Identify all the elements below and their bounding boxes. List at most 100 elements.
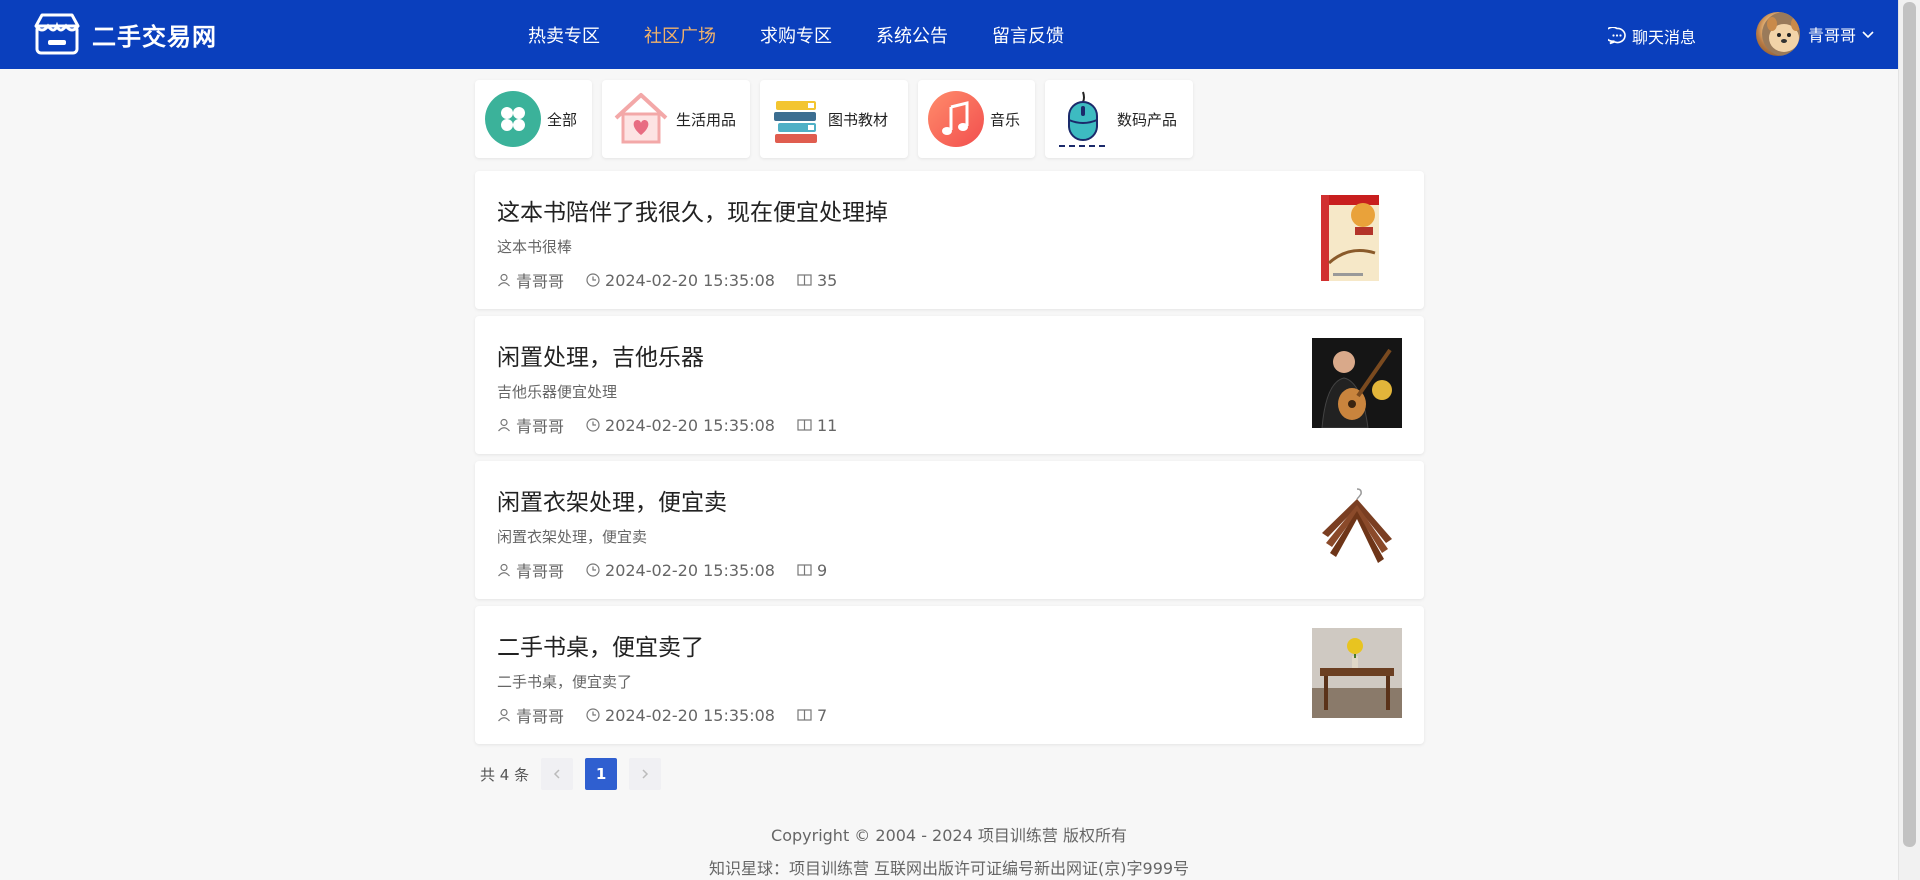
category-bar: 全部 生活用品 图书教材 音乐 数码产品 (475, 80, 1203, 158)
hanger-thumbnail (1312, 483, 1402, 573)
nav-wanted[interactable]: 求购专区 (760, 22, 832, 48)
post-title[interactable]: 闲置衣架处理，便宜卖 (497, 483, 727, 517)
post-description: 二手书桌，便宜卖了 (497, 673, 633, 691)
post-description: 闲置衣架处理，便宜卖 (497, 528, 648, 546)
chevron-left-icon (554, 769, 560, 779)
clover-icon (485, 91, 541, 147)
shop-icon (34, 13, 80, 55)
site-name: 二手交易网 (92, 22, 217, 51)
category-books[interactable]: 图书教材 (760, 80, 908, 158)
post-card[interactable]: 二手书桌，便宜卖了 二手书桌，便宜卖了 青哥哥 2024-02-20 15:35… (475, 606, 1424, 744)
post-views: 11 (797, 416, 837, 435)
post-meta: 青哥哥 2024-02-20 15:35:08 7 (497, 703, 849, 727)
user-icon (498, 708, 510, 722)
post-meta: 青哥哥 2024-02-20 15:35:08 9 (497, 558, 849, 582)
post-views: 7 (797, 706, 827, 725)
post-author: 青哥哥 (497, 558, 564, 582)
post-author: 青哥哥 (497, 268, 564, 292)
chevron-right-icon (642, 769, 649, 779)
author-name: 青哥哥 (516, 707, 565, 726)
prev-page-button[interactable] (541, 758, 574, 790)
author-name: 青哥哥 (516, 562, 565, 581)
post-card[interactable]: 闲置衣架处理，便宜卖 闲置衣架处理，便宜卖 青哥哥 2024-02-20 15:… (475, 461, 1424, 599)
time-text: 2024-02-20 15:35:08 (605, 560, 775, 580)
post-author: 青哥哥 (497, 703, 564, 727)
post-title[interactable]: 闲置处理，吉他乐器 (497, 338, 704, 372)
chevron-down-icon (1862, 31, 1874, 39)
user-icon (498, 273, 510, 287)
post-time: 2024-02-20 15:35:08 (586, 416, 775, 435)
post-time: 2024-02-20 15:35:08 (586, 706, 775, 725)
clock-icon (586, 563, 600, 577)
guitar-thumbnail (1312, 338, 1402, 428)
nav-feedback[interactable]: 留言反馈 (992, 22, 1064, 48)
post-card[interactable]: 闲置处理，吉他乐器 吉他乐器便宜处理 青哥哥 2024-02-20 15:35:… (475, 316, 1424, 454)
books-stack-icon (774, 101, 817, 143)
category-label: 全部 (547, 110, 578, 129)
book-thumbnail (1321, 195, 1379, 281)
top-navbar: 二手交易网 热卖专区 社区广场 求购专区 系统公告 留言反馈 聊天消息 青哥哥 (0, 0, 1898, 69)
post-card[interactable]: 这本书陪伴了我很久，现在便宜处理掉 这本书很棒 青哥哥 2024-02-20 1… (475, 171, 1424, 309)
chat-label: 聊天消息 (1632, 28, 1697, 47)
views-count: 11 (816, 415, 838, 435)
clock-icon (586, 273, 600, 287)
category-daily-goods[interactable]: 生活用品 (602, 80, 750, 158)
chat-messages-link[interactable]: 聊天消息 (1608, 24, 1696, 48)
category-digital[interactable]: 数码产品 (1045, 80, 1193, 158)
book-open-icon (797, 709, 812, 721)
pagination: 共 4 条 1 (480, 758, 662, 790)
footer-copyright: Copyright © 2004 - 2024 项目训练营 版权所有 (771, 826, 1127, 845)
nav-announcements[interactable]: 系统公告 (876, 22, 948, 48)
category-label: 图书教材 (828, 110, 889, 129)
category-all[interactable]: 全部 (475, 80, 592, 158)
avatar[interactable] (1756, 12, 1800, 56)
house-heart-icon (614, 93, 668, 144)
post-author: 青哥哥 (497, 413, 564, 437)
views-count: 9 (816, 560, 828, 580)
mouse-icon (1059, 91, 1107, 147)
post-title[interactable]: 二手书桌，便宜卖了 (497, 628, 704, 662)
book-open-icon (797, 274, 812, 286)
post-description: 吉他乐器便宜处理 (497, 383, 618, 401)
user-menu[interactable]: 青哥哥 (1756, 12, 1874, 56)
post-time: 2024-02-20 15:35:08 (586, 561, 775, 580)
book-open-icon (797, 419, 812, 431)
desk-thumbnail (1312, 628, 1402, 718)
site-logo[interactable]: 二手交易网 (34, 12, 217, 56)
views-count: 7 (816, 705, 828, 725)
main-nav: 热卖专区 社区广场 求购专区 系统公告 留言反馈 (528, 0, 1108, 69)
category-label: 数码产品 (1117, 110, 1178, 129)
time-text: 2024-02-20 15:35:08 (605, 705, 775, 725)
user-icon (498, 418, 510, 432)
category-music[interactable]: 音乐 (918, 80, 1035, 158)
post-time: 2024-02-20 15:35:08 (586, 271, 775, 290)
post-views: 35 (797, 271, 837, 290)
vertical-scrollbar[interactable] (1898, 0, 1920, 880)
footer-license: 知识星球：项目训练营 互联网出版许可证编号新出网证(京)字999号 (708, 859, 1190, 878)
time-text: 2024-02-20 15:35:08 (605, 270, 775, 290)
nav-community[interactable]: 社区广场 (644, 22, 716, 48)
category-label: 音乐 (990, 110, 1021, 129)
post-title[interactable]: 这本书陪伴了我很久，现在便宜处理掉 (497, 193, 888, 227)
post-description: 这本书很棒 (497, 238, 573, 256)
book-open-icon (797, 564, 812, 576)
author-name: 青哥哥 (516, 417, 565, 436)
total-count: 共 4 条 (480, 765, 530, 784)
clock-icon (586, 418, 600, 432)
nav-hot-sale[interactable]: 热卖专区 (528, 22, 600, 48)
category-label: 生活用品 (676, 110, 737, 129)
page-number[interactable]: 1 (585, 758, 618, 790)
next-page-button[interactable] (629, 758, 662, 790)
clock-icon (586, 708, 600, 722)
user-name: 青哥哥 (1808, 26, 1857, 45)
music-note-icon (928, 91, 984, 147)
post-meta: 青哥哥 2024-02-20 15:35:08 35 (497, 268, 859, 292)
post-views: 9 (797, 561, 827, 580)
post-meta: 青哥哥 2024-02-20 15:35:08 11 (497, 413, 859, 437)
scrollbar-thumb[interactable] (1903, 2, 1916, 847)
user-icon (498, 563, 510, 577)
chat-bubble-icon (1608, 27, 1626, 45)
author-name: 青哥哥 (516, 272, 565, 291)
dog-avatar-icon (1762, 12, 1800, 56)
time-text: 2024-02-20 15:35:08 (605, 415, 775, 435)
